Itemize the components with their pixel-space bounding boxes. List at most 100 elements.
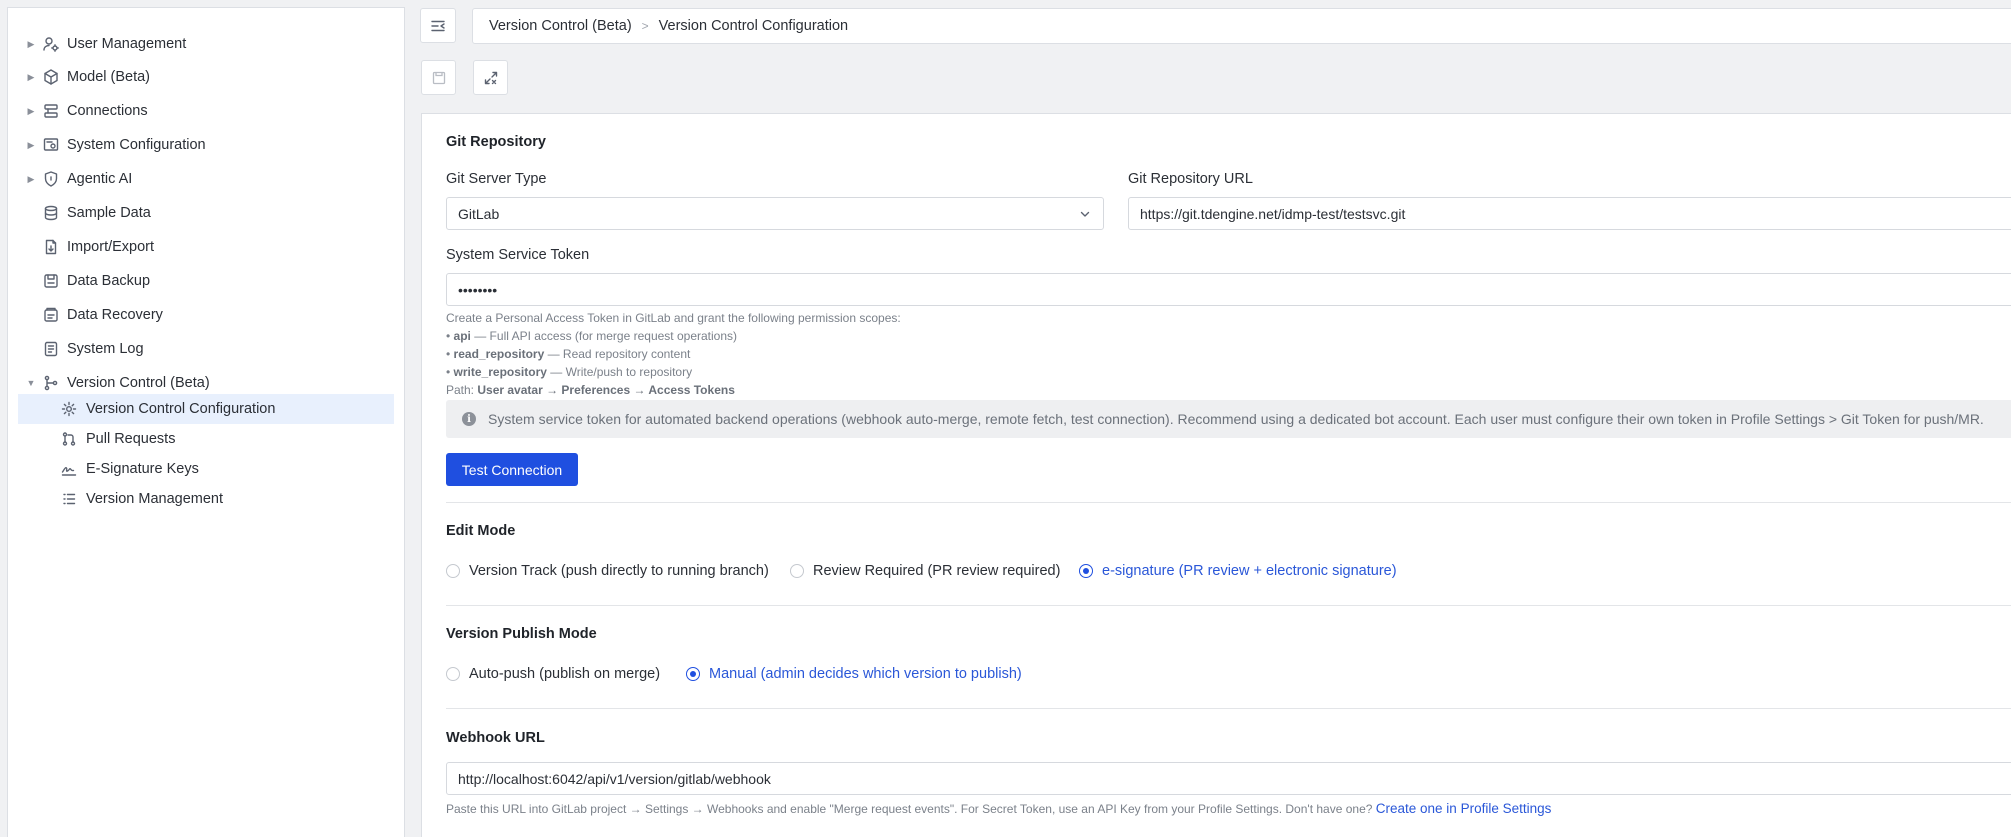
sidebar-item-system-log[interactable]: System Log bbox=[8, 334, 406, 364]
radio-selected-icon bbox=[686, 667, 700, 681]
sidebar-item-data-recovery[interactable]: Data Recovery bbox=[8, 300, 406, 330]
cube-icon bbox=[44, 69, 58, 85]
radio-label: Version Track (push directly to running … bbox=[469, 563, 769, 579]
shield-ai-icon bbox=[44, 171, 58, 187]
sidebar-item-label: Sample Data bbox=[67, 205, 151, 221]
sidebar-item-data-backup[interactable]: Data Backup bbox=[8, 266, 406, 296]
divider bbox=[446, 708, 2011, 709]
token-scope-read-repository: • read_repository — Read repository cont… bbox=[446, 347, 691, 361]
sidebar-subitem-label: E-Signature Keys bbox=[86, 461, 199, 477]
scope-desc: — Read repository content bbox=[544, 347, 691, 361]
git-repo-url-value: https://git.tdengine.net/idmp-test/tests… bbox=[1140, 205, 1406, 222]
sidebar-item-system-configuration[interactable]: ▶ System Configuration bbox=[8, 130, 406, 160]
path-label: Path: bbox=[446, 383, 478, 397]
collapse-sidebar-button[interactable] bbox=[420, 8, 456, 43]
token-info-box: i System service token for automated bac… bbox=[446, 400, 2011, 438]
webhook-url-input[interactable]: http://localhost:6042/api/v1/version/git… bbox=[446, 762, 2011, 795]
token-scope-api: • api — Full API access (for merge reque… bbox=[446, 329, 737, 343]
sidebar-item-label: Data Backup bbox=[67, 273, 151, 289]
git-repo-url-label: Git Repository URL bbox=[1128, 171, 1253, 187]
section-title-git-repository: Git Repository bbox=[446, 134, 546, 150]
backup-icon bbox=[44, 274, 58, 288]
sidebar-item-agentic-ai[interactable]: ▶ Agentic AI bbox=[8, 164, 406, 194]
radio-label: Manual (admin decides which version to p… bbox=[709, 666, 1022, 682]
list-icon bbox=[63, 493, 76, 505]
sidebar: ▶ User Management ▶ Model (Beta) ▶ Conne… bbox=[7, 7, 405, 837]
pull-request-icon bbox=[62, 432, 76, 446]
discard-icon bbox=[484, 71, 497, 84]
database-icon bbox=[44, 205, 58, 221]
breadcrumb-parent[interactable]: Version Control (Beta) bbox=[489, 18, 632, 34]
sidebar-item-label: Import/Export bbox=[67, 239, 155, 255]
sidebar-subitem-version-management[interactable]: Version Management bbox=[18, 484, 394, 514]
sidebar-subitem-label: Pull Requests bbox=[86, 431, 176, 447]
token-path: Path: User avatar → Preferences → Access… bbox=[446, 381, 901, 399]
branch-icon bbox=[44, 375, 58, 391]
recovery-icon bbox=[44, 307, 58, 322]
sidebar-item-label: Data Recovery bbox=[67, 307, 163, 323]
sidebar-subitem-e-signature-keys[interactable]: E-Signature Keys bbox=[18, 454, 394, 484]
divider bbox=[446, 502, 2011, 503]
save-icon bbox=[432, 71, 445, 84]
edit-mode-option-version-track[interactable]: Version Track (push directly to running … bbox=[446, 563, 769, 579]
token-hint-intro: Create a Personal Access Token in GitLab… bbox=[446, 311, 901, 325]
sidebar-item-user-management[interactable]: ▶ User Management bbox=[8, 29, 406, 59]
test-connection-button[interactable]: Test Connection bbox=[446, 453, 578, 486]
webhook-hint: Paste this URL into GitLab project → Set… bbox=[446, 800, 1551, 818]
caret-down-icon: ▼ bbox=[26, 378, 36, 388]
sidebar-subitem-label: Version Management bbox=[86, 491, 224, 507]
connections-icon bbox=[44, 104, 58, 118]
path-arrow: → bbox=[630, 383, 649, 397]
publish-mode-option-auto-push[interactable]: Auto-push (publish on merge) bbox=[446, 666, 660, 682]
scope-name: read_repository bbox=[453, 347, 545, 361]
system-service-token-input[interactable]: •••••••• bbox=[446, 273, 2011, 306]
section-title-version-publish-mode: Version Publish Mode bbox=[446, 626, 597, 642]
sidebar-item-sample-data[interactable]: Sample Data bbox=[8, 198, 406, 228]
path-arrow: → bbox=[542, 383, 562, 397]
chevron-down-icon bbox=[1080, 211, 1090, 217]
radio-selected-icon bbox=[1079, 564, 1093, 578]
radio-icon bbox=[446, 564, 460, 578]
caret-right-icon: ▶ bbox=[27, 139, 35, 150]
divider bbox=[446, 605, 2011, 606]
edit-mode-option-e-signature[interactable]: e-signature (PR review + electronic sign… bbox=[1079, 563, 1397, 579]
git-server-type-select[interactable]: GitLab bbox=[446, 197, 1104, 230]
settings-panel-icon bbox=[43, 138, 59, 151]
scope-desc: — Write/push to repository bbox=[546, 365, 693, 379]
sidebar-item-connections[interactable]: ▶ Connections bbox=[8, 96, 406, 126]
info-icon: i bbox=[462, 412, 476, 426]
radio-label: Review Required (PR review required) bbox=[813, 563, 1061, 579]
collapse-menu-icon bbox=[431, 20, 445, 31]
git-repo-url-input[interactable]: https://git.tdengine.net/idmp-test/tests… bbox=[1128, 197, 2011, 230]
sidebar-item-label: Connections bbox=[67, 103, 148, 119]
radio-icon bbox=[790, 564, 804, 578]
gear-icon bbox=[61, 401, 77, 417]
radio-icon bbox=[446, 667, 460, 681]
edit-mode-option-review-required[interactable]: Review Required (PR review required) bbox=[790, 563, 1060, 579]
path-step: Preferences bbox=[561, 383, 631, 397]
sidebar-item-label: Version Control (Beta) bbox=[67, 375, 210, 391]
sidebar-item-model[interactable]: ▶ Model (Beta) bbox=[8, 62, 406, 92]
signature-icon bbox=[61, 467, 77, 476]
radio-label: e-signature (PR review + electronic sign… bbox=[1102, 563, 1397, 579]
sidebar-subitem-version-control-configuration[interactable]: Version Control Configuration bbox=[18, 394, 394, 424]
git-server-type-value: GitLab bbox=[458, 205, 500, 222]
scope-name: api bbox=[453, 329, 471, 343]
save-button[interactable] bbox=[421, 60, 456, 95]
log-icon bbox=[44, 341, 58, 357]
sidebar-item-label: System Configuration bbox=[67, 137, 206, 153]
section-title-edit-mode: Edit Mode bbox=[446, 523, 516, 539]
token-info-text: System service token for automated backe… bbox=[488, 411, 1984, 427]
path-step: User avatar bbox=[477, 383, 543, 397]
webhook-url-value: http://localhost:6042/api/v1/version/git… bbox=[458, 770, 771, 787]
chevron-right-icon: > bbox=[641, 19, 649, 33]
webhook-hint-text: Paste this URL into GitLab project → Set… bbox=[446, 802, 1373, 816]
path-step: Access Tokens bbox=[648, 383, 735, 397]
create-api-key-link[interactable]: Create one in Profile Settings bbox=[1376, 801, 1552, 816]
radio-label: Auto-push (publish on merge) bbox=[469, 666, 661, 682]
discard-button[interactable] bbox=[473, 60, 508, 95]
publish-mode-option-manual[interactable]: Manual (admin decides which version to p… bbox=[686, 666, 1022, 682]
user-gear-icon bbox=[43, 37, 59, 52]
sidebar-item-import-export[interactable]: Import/Export bbox=[8, 232, 406, 262]
sidebar-subitem-pull-requests[interactable]: Pull Requests bbox=[18, 424, 394, 454]
